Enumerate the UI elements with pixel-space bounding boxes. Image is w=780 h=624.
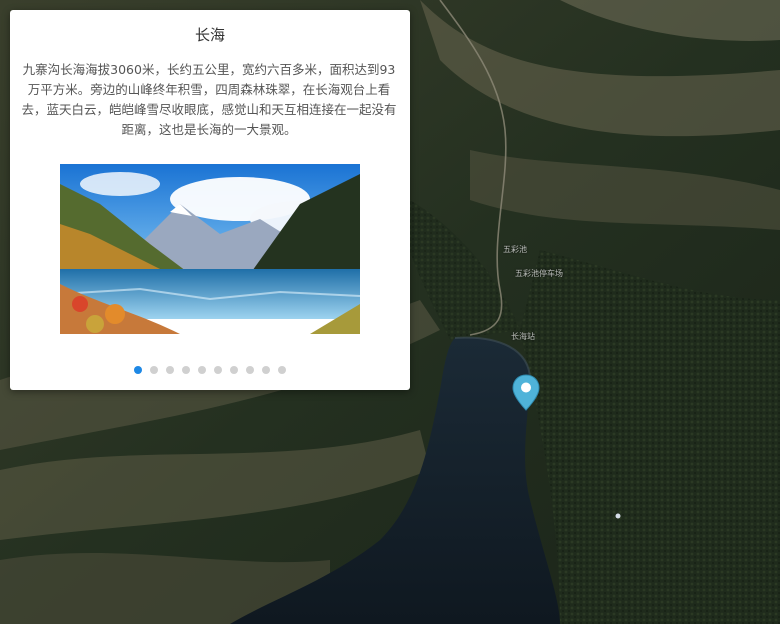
popup-title: 长海 — [194, 26, 225, 44]
carousel-dot[interactable] — [246, 366, 254, 374]
info-popup: 长海 九寨沟长海海拔3060米，长约五公里，宽约六百多米，面积达到93万平方米。… — [10, 10, 410, 390]
map-label: 长海站 — [511, 332, 535, 341]
carousel-dot[interactable] — [166, 366, 174, 374]
carousel-dot[interactable] — [214, 366, 222, 374]
map-pin-icon[interactable] — [511, 374, 541, 412]
carousel-dot[interactable] — [134, 366, 142, 374]
map-label: 五彩池 — [503, 245, 527, 254]
carousel-dot[interactable] — [278, 366, 286, 374]
lake-photo-image — [60, 164, 360, 334]
carousel-dot[interactable] — [230, 366, 238, 374]
carousel-dot[interactable] — [262, 366, 270, 374]
carousel-dot[interactable] — [182, 366, 190, 374]
map-label: 五彩池停车场 — [515, 269, 563, 278]
carousel-dot[interactable] — [150, 366, 158, 374]
carousel-dot[interactable] — [198, 366, 206, 374]
carousel-dots — [10, 366, 410, 374]
popup-description: 九寨沟长海海拔3060米，长约五公里，宽约六百多米，面积达到93万平方米。旁边的… — [21, 62, 397, 137]
popup-photo[interactable] — [60, 164, 360, 334]
